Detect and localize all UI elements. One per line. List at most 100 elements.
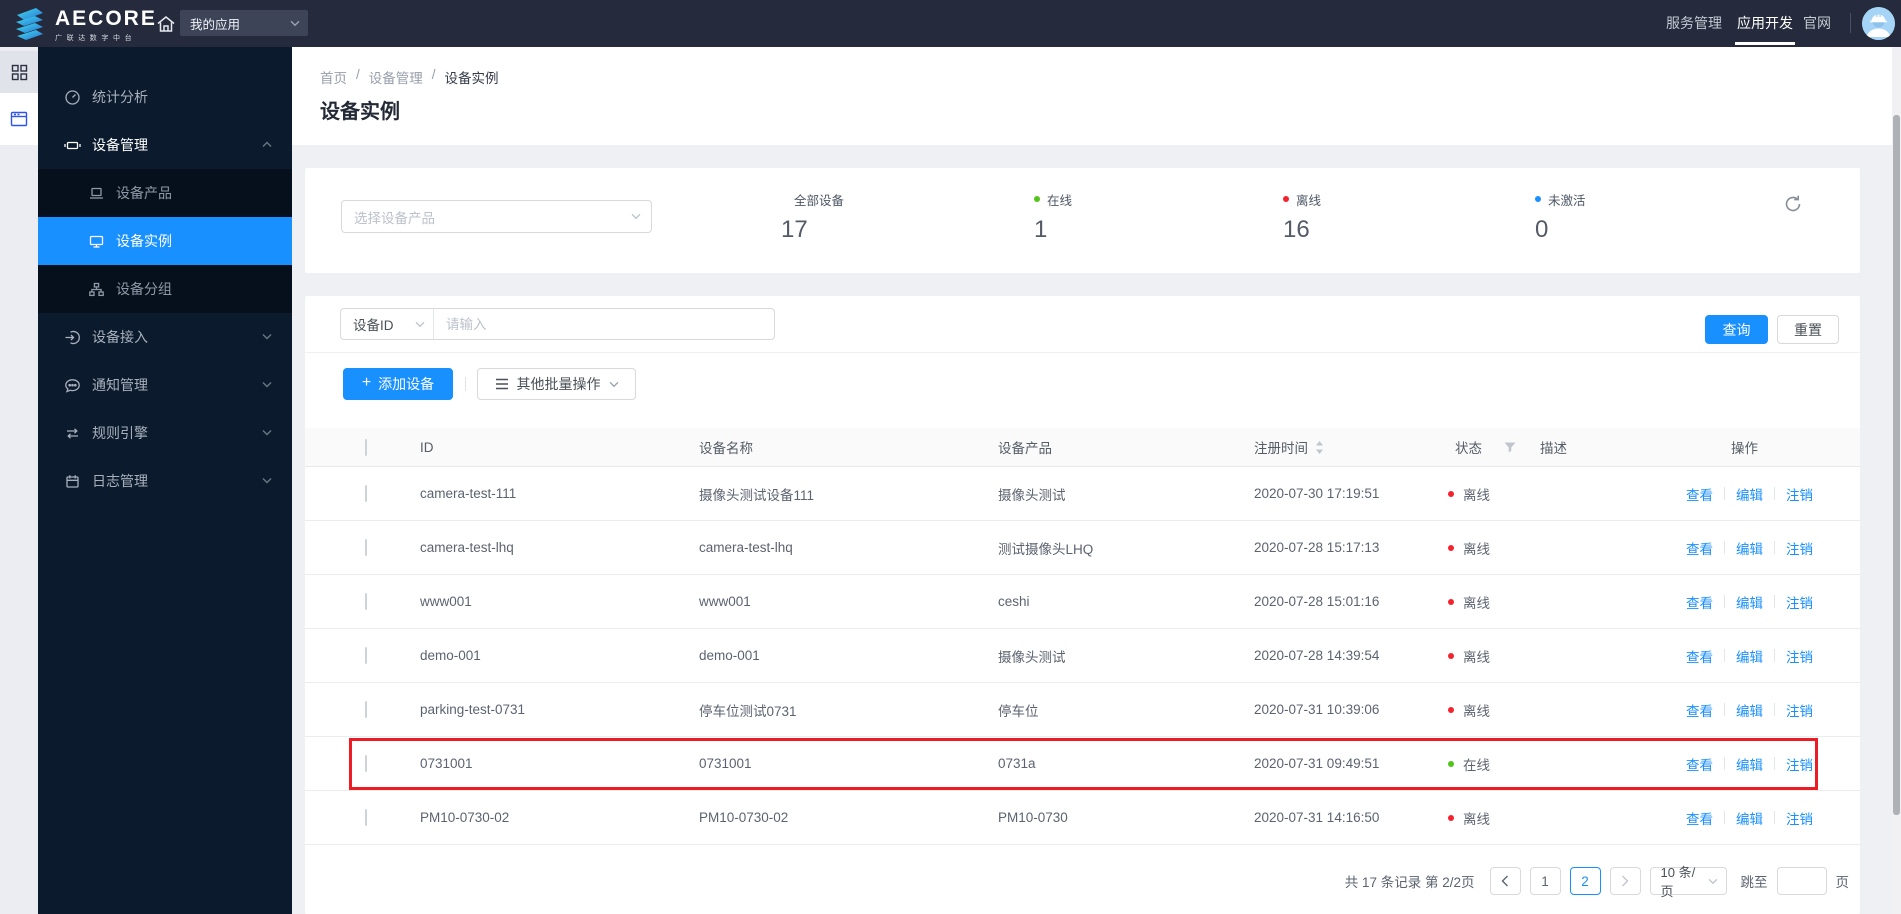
row-checkbox[interactable] [365, 809, 367, 826]
action-link[interactable]: 查看 [1686, 754, 1713, 774]
topbar: AECORE 广联达数字中台 我的应用 服务管理 应用开发 官网 [0, 0, 1901, 47]
status-dot [1448, 490, 1454, 497]
batch-operations-button[interactable]: 其他批量操作 [477, 368, 636, 400]
cell-status: 离线 [1448, 592, 1540, 612]
home-icon[interactable] [155, 13, 177, 35]
sidebar-item-notification-management[interactable]: 通知管理 [38, 361, 292, 409]
breadcrumb-home[interactable]: 首页 [320, 67, 347, 87]
avatar[interactable] [1862, 7, 1895, 40]
action-link[interactable]: 查看 [1686, 592, 1713, 612]
search-input[interactable] [434, 309, 774, 339]
action-link[interactable]: 查看 [1686, 646, 1713, 666]
refresh-icon[interactable] [1782, 193, 1804, 215]
search-field-group: 设备ID [340, 308, 775, 340]
row-checkbox[interactable] [365, 647, 367, 664]
rail-current-app-button[interactable] [0, 93, 38, 145]
app-select[interactable]: 我的应用 [180, 10, 308, 36]
breadcrumb-separator: / [356, 67, 360, 82]
action-link[interactable]: 查看 [1686, 808, 1713, 828]
sort-icon[interactable] [1315, 440, 1324, 454]
action-link[interactable]: 编辑 [1736, 754, 1763, 774]
stat-online: 在线 1 [1034, 193, 1073, 243]
page-1-button[interactable]: 1 [1529, 867, 1561, 895]
action-divider [1724, 757, 1725, 770]
action-divider [1724, 595, 1725, 608]
add-device-button[interactable]: + 添加设备 [343, 368, 453, 400]
status-text: 离线 [1463, 595, 1490, 611]
row-checkbox[interactable] [365, 593, 367, 610]
reset-button[interactable]: 重置 [1777, 315, 1839, 344]
row-checkbox[interactable] [365, 485, 367, 502]
cell-actions: 查看 编辑 注销 [1686, 646, 1860, 666]
status-dot [1448, 544, 1454, 551]
nav-app-development[interactable]: 应用开发 [1735, 0, 1795, 47]
breadcrumb: 首页 / 设备管理 / 设备实例 [320, 67, 499, 87]
action-link[interactable]: 编辑 [1736, 700, 1763, 720]
row-checkbox[interactable] [365, 539, 367, 556]
cell-device-product: 摄像头测试 [998, 649, 1066, 665]
action-divider [1774, 811, 1775, 824]
cell-actions: 查看 编辑 注销 [1686, 592, 1860, 612]
action-divider [1724, 649, 1725, 662]
aecore-logo[interactable]: AECORE 广联达数字中台 [12, 5, 157, 43]
logo-text: AECORE [55, 7, 157, 30]
nav-service-management[interactable]: 服务管理 [1666, 0, 1722, 47]
cell-device-name: 摄像头测试设备111 [699, 487, 815, 503]
cell-actions: 查看 编辑 注销 [1686, 538, 1860, 558]
cell-register-time: 2020-07-31 10:39:06 [1254, 702, 1380, 717]
action-link[interactable]: 查看 [1686, 538, 1713, 558]
chevron-down-icon [262, 429, 272, 436]
stat-value: 0 [1535, 216, 1549, 243]
breadcrumb-device-management[interactable]: 设备管理 [369, 67, 423, 87]
next-page-button[interactable] [1609, 867, 1641, 895]
sidebar-item-device-management[interactable]: 设备管理 [38, 121, 292, 169]
action-link[interactable]: 编辑 [1736, 808, 1763, 828]
gauge-icon [65, 89, 80, 105]
sidebar-item-statistics[interactable]: 统计分析 [38, 73, 292, 121]
status-text: 离线 [1463, 703, 1490, 719]
action-link[interactable]: 注销 [1786, 646, 1813, 666]
sidebar-item-device-product[interactable]: 设备产品 [38, 169, 292, 217]
cell-register-time: 2020-07-31 09:49:51 [1254, 756, 1380, 771]
online-dot [1034, 196, 1040, 202]
jump-page-input[interactable] [1776, 867, 1827, 895]
action-link[interactable]: 注销 [1786, 808, 1813, 828]
action-link[interactable]: 编辑 [1736, 592, 1763, 612]
app-window-icon [10, 111, 28, 127]
product-select[interactable]: 选择设备产品 [341, 200, 652, 233]
action-link[interactable]: 注销 [1786, 700, 1813, 720]
select-all-checkbox[interactable] [365, 438, 367, 456]
sidebar-item-log-management[interactable]: 日志管理 [38, 457, 292, 505]
action-link[interactable]: 查看 [1686, 484, 1713, 504]
sidebar-item-device-instance[interactable]: 设备实例 [38, 217, 292, 265]
scrollbar-thumb[interactable] [1893, 115, 1900, 815]
action-link[interactable]: 注销 [1786, 484, 1813, 504]
device-instance-page: AECORE 广联达数字中台 我的应用 服务管理 应用开发 官网 统计分析 设备… [0, 0, 1901, 914]
scrollbar-track[interactable] [1892, 47, 1901, 914]
stat-offline: 离线 16 [1283, 193, 1322, 243]
action-link[interactable]: 注销 [1786, 754, 1813, 774]
action-link[interactable]: 编辑 [1736, 646, 1763, 666]
action-link[interactable]: 注销 [1786, 592, 1813, 612]
action-link[interactable]: 查看 [1686, 700, 1713, 720]
table-header-row: ID 设备名称 设备产品 注册时间 状态 描述 操作 [305, 428, 1860, 467]
chevron-down-icon [262, 381, 272, 388]
rail-app-grid-button[interactable] [0, 51, 38, 93]
action-link[interactable]: 注销 [1786, 538, 1813, 558]
sidebar-item-device-group[interactable]: 设备分组 [38, 265, 292, 313]
action-link[interactable]: 编辑 [1736, 484, 1763, 504]
page-2-button[interactable]: 2 [1569, 867, 1601, 895]
sidebar-item-device-access[interactable]: 设备接入 [38, 313, 292, 361]
filter-icon[interactable] [1504, 442, 1516, 453]
status-text: 离线 [1463, 811, 1490, 827]
row-checkbox[interactable] [365, 755, 367, 772]
sidebar-item-rule-engine[interactable]: 规则引擎 [38, 409, 292, 457]
nav-official-site[interactable]: 官网 [1803, 0, 1831, 47]
cell-device-product: ceshi [998, 594, 1030, 609]
row-checkbox[interactable] [365, 701, 367, 718]
page-size-select[interactable]: 10 条/页 [1649, 865, 1727, 899]
action-link[interactable]: 编辑 [1736, 538, 1763, 558]
search-field-select[interactable]: 设备ID [341, 309, 433, 339]
prev-page-button[interactable] [1489, 867, 1521, 895]
search-button[interactable]: 查询 [1705, 315, 1768, 344]
